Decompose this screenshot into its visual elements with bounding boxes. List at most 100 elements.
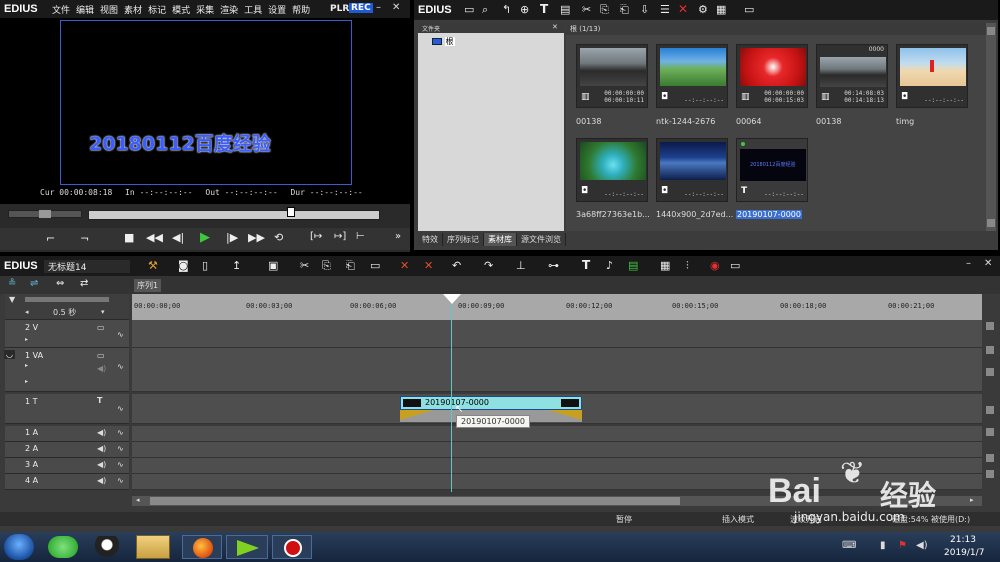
track-expand-icon[interactable]: ▸ [25, 378, 28, 385]
taskbar-app-edius-icon[interactable] [226, 535, 268, 559]
color-bar-icon[interactable]: ▤ [560, 3, 570, 16]
taskbar-app-360-icon[interactable] [48, 536, 78, 558]
tab-sequence-markers[interactable]: 序列标记 [443, 233, 484, 246]
folder-pane-close-icon[interactable]: ✕ [552, 23, 558, 31]
track-wave-icon[interactable]: ∿ [117, 404, 124, 413]
track-scroll-btn[interactable] [986, 368, 994, 376]
more-icon[interactable]: » [395, 231, 401, 242]
taskbar-app-explorer-icon[interactable] [136, 535, 170, 559]
taskbar-app-firefox-icon[interactable] [182, 535, 222, 559]
clip-thumb-6[interactable]: ◘ --:--:--:-- [576, 138, 648, 202]
up-icon[interactable]: ↰ [502, 3, 511, 16]
track-scroll-column[interactable] [984, 320, 996, 492]
track-header-2v[interactable]: 2 V ▸ ▭ ∿ [5, 320, 129, 348]
taskbar-app-qq-icon[interactable] [92, 536, 122, 558]
export-icon[interactable]: ▤ [628, 259, 638, 272]
folder-icon[interactable]: ▭ [464, 3, 474, 16]
clip-thumb-1[interactable]: ▥ 00:00:00:00 00:00:10:11 [576, 44, 648, 108]
save-icon[interactable]: ▣ [268, 259, 278, 272]
track-audio-icon[interactable]: ◀) [97, 364, 106, 373]
folder-root-item[interactable]: 根 [432, 36, 455, 47]
track-speaker-icon[interactable]: ◀) [97, 428, 106, 437]
track-speaker-icon[interactable]: ◀) [97, 444, 106, 453]
plr-button[interactable]: PLR [330, 4, 349, 14]
menu-render[interactable]: 渲染 [220, 3, 238, 16]
bin-scroll-up-icon[interactable] [987, 27, 995, 35]
menu-view[interactable]: 视图 [100, 3, 118, 16]
track-row-1a[interactable] [132, 426, 982, 442]
track-header-4a[interactable]: 4 A ◀) ∿ [5, 474, 129, 490]
track-header-1a[interactable]: 1 A ◀) ∿ [5, 426, 129, 442]
timeline-ruler[interactable]: 00:00:00;00 00:00:03;00 00:00:06;00 00:0… [132, 294, 982, 320]
track-scroll-btn[interactable] [986, 406, 994, 414]
track-scroll-btn[interactable] [986, 428, 994, 436]
fade-in-handle[interactable] [400, 410, 434, 420]
timeline-title-icon[interactable]: T [582, 258, 590, 272]
voiceover-icon[interactable]: ♪ [606, 259, 613, 272]
stop-icon[interactable]: ■ [124, 231, 134, 244]
track-scroll-btn[interactable] [986, 470, 994, 478]
track-lock-icon[interactable]: ◡ [4, 350, 15, 359]
timeline-playhead[interactable] [451, 304, 452, 492]
replace-icon[interactable]: ▭ [370, 259, 380, 272]
capture-icon[interactable]: ◙ [178, 259, 189, 272]
step-forward-icon[interactable]: |▶ [226, 231, 238, 244]
track-scroll-btn[interactable] [986, 454, 994, 462]
search-icon[interactable]: ⌕ [482, 3, 488, 17]
hscroll-right-icon[interactable]: ▸ [970, 496, 974, 504]
track-wave-icon[interactable]: ∿ [117, 444, 124, 453]
timeline-paste-icon[interactable]: ⎗ [346, 259, 355, 273]
clip-thumb-5[interactable]: ◘ --:--:--:-- [896, 44, 968, 108]
hscroll-left-icon[interactable]: ◂ [136, 496, 140, 504]
bin-scroll-down-icon[interactable] [987, 219, 995, 227]
copy-icon[interactable]: ⎘ [600, 3, 609, 17]
hscroll-thumb[interactable] [150, 497, 680, 505]
add-to-timeline-icon[interactable]: ⇩ [640, 3, 649, 16]
add-clip-icon[interactable]: ⊕ [520, 3, 529, 16]
menu-capture[interactable]: 采集 [196, 3, 214, 16]
menu-tools[interactable]: 工具 [244, 3, 262, 16]
timeline-close-icon[interactable]: ✕ [984, 258, 992, 269]
track-tool-2-icon[interactable]: ⇌ [30, 278, 38, 289]
track-expand-icon[interactable]: ▸ [25, 336, 28, 343]
fast-forward-icon[interactable]: ▶▶ [248, 231, 265, 244]
start-button[interactable] [4, 534, 34, 560]
clip-thumb-3[interactable]: ▥ 00:00:00:00 00:00:15:03 [736, 44, 808, 108]
menu-clip[interactable]: 素材 [124, 3, 142, 16]
fade-out-handle[interactable] [548, 410, 582, 420]
scale-value[interactable]: 0.5 秒 [53, 307, 76, 318]
track-speaker-icon[interactable]: ◀) [97, 460, 106, 469]
taskbar-app-recorder-icon[interactable] [272, 535, 312, 559]
new-sequence-icon[interactable]: ▯ [202, 259, 208, 272]
tray-flag-icon[interactable]: ⚑ [898, 540, 907, 551]
tab-bin[interactable]: 素材库 [484, 233, 517, 246]
rewind-icon[interactable]: ◀◀ [146, 231, 163, 244]
track-expand-icon[interactable]: ▸ [25, 362, 28, 369]
layout-icon[interactable]: ▭ [730, 259, 740, 272]
track-wave-icon[interactable]: ∿ [117, 476, 124, 485]
clock-date[interactable]: 2019/1/7 [944, 548, 984, 558]
clip-thumb-2[interactable]: ◘ --:--:--:-- [656, 44, 728, 108]
cut-icon[interactable]: ✂ [582, 3, 591, 16]
track-scroll-btn[interactable] [986, 346, 994, 354]
sequence-tab[interactable]: 序列1 [134, 279, 162, 292]
settings-icon[interactable]: ⚙ [698, 3, 708, 16]
tab-effects[interactable]: 特效 [418, 233, 443, 246]
track-wave-icon[interactable]: ∿ [117, 460, 124, 469]
track-row-2v[interactable] [132, 320, 982, 348]
scale-left-icon[interactable]: ◂ [25, 308, 29, 316]
menu-help[interactable]: 帮助 [292, 3, 310, 16]
track-header-1va[interactable]: ◡ 1 VA ▸ ▸ ▭ ◀) ∿ [4, 348, 129, 392]
clip-thumb-8[interactable]: 20180112百度经验 T --:--:--:-- [736, 138, 808, 202]
track-header-2a[interactable]: 2 A ◀) ∿ [5, 442, 129, 458]
timeline-minimize-icon[interactable]: – [966, 258, 971, 269]
set-in-icon[interactable]: ⌐ [46, 232, 55, 245]
track-toggle-icon[interactable]: ▭ [97, 351, 105, 360]
delete-part-icon[interactable]: ✕ [400, 259, 409, 272]
link-icon[interactable]: ⊶ [548, 259, 559, 272]
menu-mode[interactable]: 模式 [172, 3, 190, 16]
split-icon[interactable]: ⊢ [356, 231, 365, 242]
shuttle-handle[interactable] [39, 210, 51, 218]
track-title-icon[interactable]: T [97, 396, 102, 405]
track-wave-icon[interactable]: ∿ [117, 428, 124, 437]
